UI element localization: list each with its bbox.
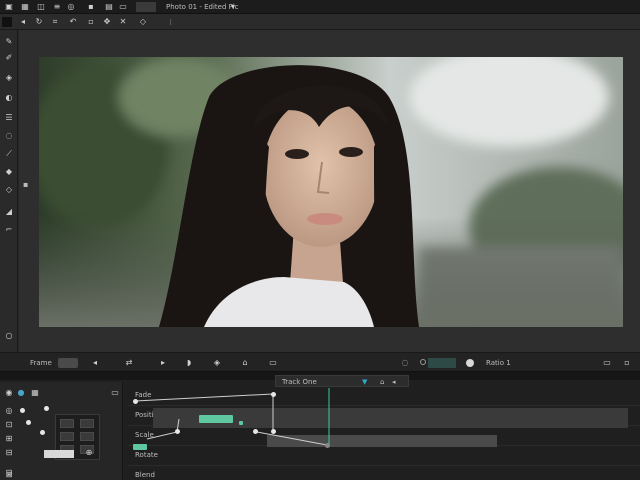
grid-icon[interactable]: ▦ (20, 2, 30, 12)
trash-icon[interactable]: ▪ (86, 2, 96, 12)
timeline: Track One ▼ ⌂ ◂ Fade Position Scale Rota… (127, 375, 640, 480)
keyframe[interactable] (175, 429, 180, 434)
layer-name-field[interactable] (44, 450, 74, 458)
green-keyframe[interactable] (133, 444, 147, 450)
key-dot[interactable] (44, 406, 49, 411)
key-dot[interactable] (20, 408, 25, 413)
thumb[interactable] (60, 419, 74, 428)
keyframe[interactable] (133, 399, 138, 404)
blend-icon[interactable]: ⊞ (4, 434, 14, 444)
green-keyframe[interactable] (239, 421, 243, 425)
shape-icon[interactable]: ◇ (3, 184, 15, 196)
keyframe[interactable] (271, 429, 276, 434)
arrow-icon[interactable]: ◂ (18, 17, 28, 27)
playback-bar: Frame ◂ ⇄ ▸ ◗ ◈ ⌂ ▭ ◌ Ratio 1 ▭ ▫ (0, 352, 640, 372)
layers-icon[interactable]: ◈ (3, 72, 15, 84)
loop-icon[interactable]: ⇄ (124, 358, 134, 368)
window-icon[interactable]: ▭ (118, 2, 128, 12)
zoom-out-icon[interactable]: ◌ (400, 358, 410, 368)
eye-icon[interactable]: ◉ (4, 388, 14, 398)
play-icon[interactable]: ▸ (158, 358, 168, 368)
refresh-icon[interactable]: ↻ (34, 17, 44, 27)
undo-icon[interactable]: ↶ (68, 17, 78, 27)
key-dot[interactable] (26, 420, 31, 425)
ratio-label: Ratio 1 (486, 359, 511, 367)
options-bar: ◂ ↻ ⌗ ↶ ▫ ✥ ✕ ◇ (0, 14, 640, 30)
panel-close-icon[interactable]: ▭ (110, 388, 120, 398)
add-layer-icon[interactable]: ⊕ (84, 448, 94, 458)
export-icon[interactable]: ▭ (268, 358, 278, 368)
move-icon[interactable]: ✥ (102, 17, 112, 27)
crop-icon[interactable]: ⌗ (50, 17, 60, 27)
marker-icon[interactable]: ◈ (212, 358, 222, 368)
bottom-menu-icon[interactable]: ⊡ (4, 468, 14, 478)
speed-icon[interactable] (420, 359, 426, 365)
settings-icon[interactable]: ▫ (622, 358, 632, 368)
lock-icon[interactable]: ▫ (86, 17, 96, 27)
panel-toggle-icon[interactable]: ▪ (23, 180, 28, 189)
frame-label: Frame (30, 359, 52, 367)
audio-icon[interactable]: ◗ (184, 358, 194, 368)
visibility-icon[interactable]: ◎ (4, 406, 14, 416)
brush-icon[interactable]: ✐ (3, 52, 15, 64)
sliders-icon[interactable]: ☰ (3, 112, 15, 124)
mode-selector[interactable] (136, 2, 156, 12)
dropdown-icon[interactable]: ▾ (228, 2, 238, 12)
key-icon[interactable]: ⌂ (240, 358, 250, 368)
frame-field[interactable] (58, 358, 78, 368)
portrait-photo (39, 57, 623, 327)
keyframe-curves (134, 388, 330, 446)
toolbox: ✎ ✐ ◈ ◐ ☰ ◌ ⟋ ◆ ◇ ◢ ⌐ ○ ▫ (0, 30, 18, 370)
crop-tool-icon[interactable]: ⌐ (3, 224, 15, 236)
split-icon[interactable]: ◫ (36, 2, 46, 12)
keyframe[interactable] (271, 392, 276, 397)
link-icon[interactable]: ● (16, 388, 26, 398)
record-button[interactable] (466, 359, 474, 367)
pen-icon[interactable]: ✎ (3, 36, 15, 48)
layers-panel: ◉ ● ▦ ▭ ◎ ⊡ ⊞ ⊟ ⊕ ⊠ (0, 382, 123, 480)
eyedropper-icon[interactable]: ⟋ (3, 148, 15, 160)
eraser-icon[interactable]: ◢ (3, 206, 15, 218)
mask-icon[interactable]: ⊟ (4, 448, 14, 458)
square-icon[interactable] (2, 17, 12, 27)
clone-icon[interactable]: ◐ (3, 92, 15, 104)
key-dot[interactable] (40, 430, 45, 435)
menu-bar: ▣ ▦ ◫ ≡ ◎ ▪ ▤ ▭ Photo 01 - Edited Pic ▾ (0, 0, 640, 14)
app-square-icon[interactable]: ▣ (4, 2, 14, 12)
zoom-slider[interactable] (428, 358, 456, 368)
thumb[interactable] (80, 432, 94, 441)
image-icon[interactable]: ▤ (104, 2, 114, 12)
bottom-panels: ◉ ● ▦ ▭ ◎ ⊡ ⊞ ⊟ ⊕ ⊠ Track One ▼ ⌂ ◂ Fade… (0, 372, 640, 480)
thumb[interactable] (60, 432, 74, 441)
fullscreen-icon[interactable]: ▭ (602, 358, 612, 368)
lock-layer-icon[interactable]: ⊡ (4, 420, 14, 430)
layer-toggle-icon[interactable]: ○ (3, 330, 15, 342)
lasso-icon[interactable]: ◌ (3, 130, 15, 142)
fill-icon[interactable]: ◆ (3, 166, 15, 178)
canvas-image[interactable] (39, 57, 623, 327)
keyframe[interactable] (253, 429, 258, 434)
keyframe[interactable] (325, 443, 330, 448)
layer-icon[interactable]: ▦ (30, 388, 40, 398)
circle-icon[interactable]: ◎ (66, 2, 76, 12)
thumb[interactable] (80, 419, 94, 428)
green-keyframe-block[interactable] (199, 415, 233, 423)
divider (170, 19, 171, 25)
zoom-icon[interactable]: ✕ (118, 17, 128, 27)
workspace: ▪ (19, 30, 640, 352)
prev-icon[interactable]: ◂ (90, 358, 100, 368)
menu-icon[interactable]: ≡ (52, 2, 62, 12)
snap-icon[interactable]: ◇ (138, 17, 148, 27)
